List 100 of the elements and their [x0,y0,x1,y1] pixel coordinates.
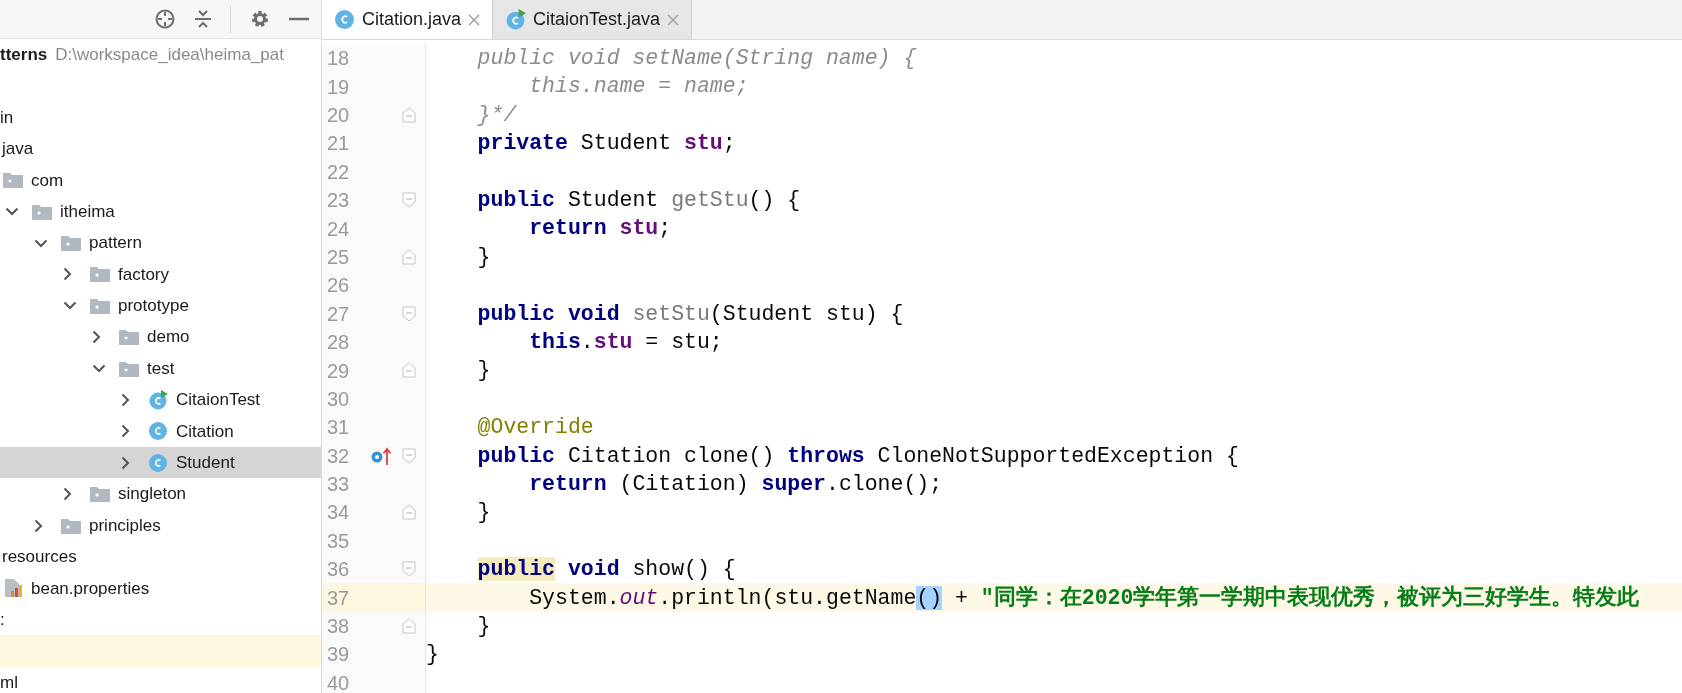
chevron-right-icon[interactable] [92,330,101,345]
line-number: 39 [326,642,351,668]
chevron-down-icon[interactable] [34,238,48,248]
code-line: return stu; [528,215,672,243]
tree-item-label[interactable]: bean.properties [31,575,150,602]
minimize-icon[interactable] [289,17,309,21]
chevron-right-icon[interactable] [63,487,72,502]
tree-item-label[interactable]: in [0,104,14,131]
line-number: 30 [326,386,351,412]
editor-tab[interactable]: Citation.java [322,0,494,39]
line-number: 34 [326,500,351,526]
tree-row-selected[interactable]: Student [0,447,321,479]
line-number: 25 [326,244,351,270]
tree-item-label[interactable]: java [2,136,34,162]
fold-end-marker-icon[interactable] [402,362,416,379]
code-line: } [476,612,491,640]
code-line: private Student stu; [476,130,736,158]
project-path: D:\workspace_idea\heima_pat [55,43,284,66]
line-number: 33 [326,472,351,498]
tree-item-label[interactable]: : [0,606,5,633]
tree-item-label[interactable]: demo [147,324,190,350]
chevron-down-icon[interactable] [92,364,106,374]
code-line: public Student getStu() { [476,187,801,215]
code-line: public void show() { [476,556,736,584]
tree-item-label[interactable]: ml [0,669,18,693]
folder-icon [119,329,139,346]
tree-item-label[interactable]: test [147,355,175,382]
tree-item-label[interactable]: singleton [118,481,187,507]
folder-icon [90,486,110,503]
chevron-right-icon[interactable] [121,424,130,439]
line-number: 22 [326,159,351,185]
editor-tab[interactable]: CitaionTest.java [493,0,693,39]
code-line: } [476,499,491,527]
settings-icon[interactable] [249,8,271,30]
class-icon [334,9,355,30]
code-line: public void setStu(Student stu) { [476,300,904,328]
chevron-right-icon[interactable] [34,518,43,533]
tree-item-label[interactable]: resources [2,544,77,570]
code-line: public void setName(String name) { [476,45,917,73]
line-number: 35 [326,528,351,554]
tree-item-label[interactable]: principles [89,512,161,539]
folder-icon [61,517,81,534]
code-line: return (Citation) super.clone(); [528,470,943,498]
folder-icon [3,172,23,189]
class-icon [148,421,168,442]
code-line: } [476,243,491,271]
chevron-right-icon[interactable] [121,455,130,470]
line-number: 21 [326,131,351,157]
code-line: System.out.println(stu.getName() + "同学：在2020学年第一学期中表现优秀，被评为三好学生。特发此 [528,584,1640,612]
line-number: 31 [326,415,351,441]
chevron-right-icon[interactable] [121,393,130,407]
properties-file-icon [3,578,23,599]
line-number: 18 [326,46,351,72]
line-number: 19 [326,74,351,100]
crosshair-icon[interactable] [154,8,176,30]
fold-end-marker-icon[interactable] [402,106,416,123]
fold-end-marker-icon[interactable] [402,504,416,521]
tree-item-label[interactable]: CitaionTest [176,387,261,413]
tree-item-label[interactable]: itheima [60,198,115,225]
line-number: 40 [326,670,351,693]
folder-icon [90,297,110,314]
code-line: public Citation clone() throws CloneNotSupportedException { [476,442,1239,470]
fold-marker-icon[interactable] [402,192,416,209]
code-line: } [476,357,491,385]
close-icon[interactable] [468,13,481,26]
collapse-icon[interactable] [194,8,212,30]
line-number: 26 [326,273,351,299]
folder-icon [32,203,52,220]
fold-end-marker-icon[interactable] [402,618,416,634]
line-number: 36 [326,557,351,583]
folder-icon [61,235,81,252]
code-line: this.stu = stu; [528,329,723,356]
code-line: } [426,641,439,669]
fold-marker-icon[interactable] [402,305,416,322]
chevron-down-icon[interactable] [63,301,77,311]
tree-item-label[interactable]: pattern [89,230,142,256]
line-number: 28 [326,330,351,356]
override-icon[interactable] [370,445,392,466]
chevron-down-icon[interactable] [5,207,19,217]
chevron-right-icon[interactable] [63,267,72,282]
test-class-icon [148,390,168,410]
fold-marker-icon[interactable] [402,561,416,578]
tree-item-label[interactable]: Citation [176,418,234,445]
tree-item-label[interactable]: com [31,167,64,193]
test-class-icon [505,9,527,30]
fold-end-marker-icon[interactable] [402,248,416,265]
tree-item-label[interactable]: tterns [0,41,48,68]
line-number: 37 [326,585,351,611]
line-number: 32 [326,443,351,469]
fold-marker-icon[interactable] [402,447,416,464]
line-number: 27 [326,301,351,327]
tree-item-label[interactable]: Student [176,450,235,476]
line-number: 20 [326,103,351,128]
class-icon [148,452,168,473]
tree-item-label[interactable]: prototype [118,293,189,319]
code-line: }*/ [476,101,517,129]
line-number: 24 [326,216,351,242]
tree-item-label[interactable]: factory [118,261,170,288]
code-line: this.name = name; [528,73,749,101]
line-number: 29 [326,358,351,384]
